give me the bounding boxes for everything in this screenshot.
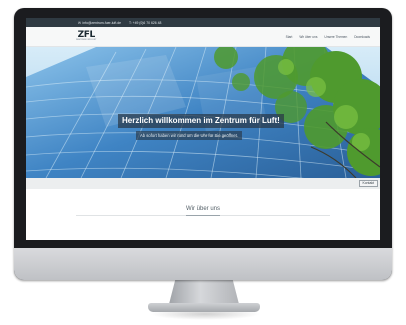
nav-item-downloads[interactable]: Downloads <box>354 35 370 39</box>
main-navbar: ZFL ZENTRUM FÜR LUFT Start Wir über uns … <box>26 27 380 47</box>
hero-subtitle: Ab sofort haben wir rund um die Uhr für … <box>136 131 242 140</box>
mail-icon: ✉ <box>78 20 82 25</box>
screen: ✉ info@zentrum-fuer-luft.de T: +49 (0)6 … <box>26 18 380 240</box>
hero-banner: Herzlich willkommen im Zentrum für Luft!… <box>26 47 380 178</box>
monitor-stand-base <box>148 303 260 312</box>
nav-links: Start Wir über uns Unsere Themen Downloa… <box>286 35 370 39</box>
hero-image <box>26 47 380 178</box>
email-item[interactable]: ✉ info@zentrum-fuer-luft.de <box>78 21 121 25</box>
section-divider-accent <box>186 214 220 217</box>
top-contact-bar: ✉ info@zentrum-fuer-luft.de T: +49 (0)6 … <box>26 18 380 27</box>
phone-text: T: +49 (0)6 70 626 48 <box>129 20 162 25</box>
nav-item-topics[interactable]: Unsere Themen <box>324 35 347 39</box>
content-area: Kontakt Wir über uns <box>26 178 380 240</box>
monitor-chin <box>14 248 392 280</box>
gray-strip <box>26 178 380 189</box>
hero-title: Herzlich willkommen im Zentrum für Luft! <box>118 114 284 128</box>
nav-item-start[interactable]: Start <box>286 35 293 39</box>
contact-button[interactable]: Kontakt <box>358 180 378 187</box>
email-text: info@zentrum-fuer-luft.de <box>82 20 122 25</box>
nav-item-about[interactable]: Wir über uns <box>299 35 317 39</box>
site-logo[interactable]: ZFL ZENTRUM FÜR LUFT <box>76 30 97 42</box>
section-heading: Wir über uns <box>185 206 220 212</box>
phone-item[interactable]: T: +49 (0)6 70 626 48 <box>129 21 161 25</box>
logo-subtitle: ZENTRUM FÜR LUFT <box>76 39 97 42</box>
